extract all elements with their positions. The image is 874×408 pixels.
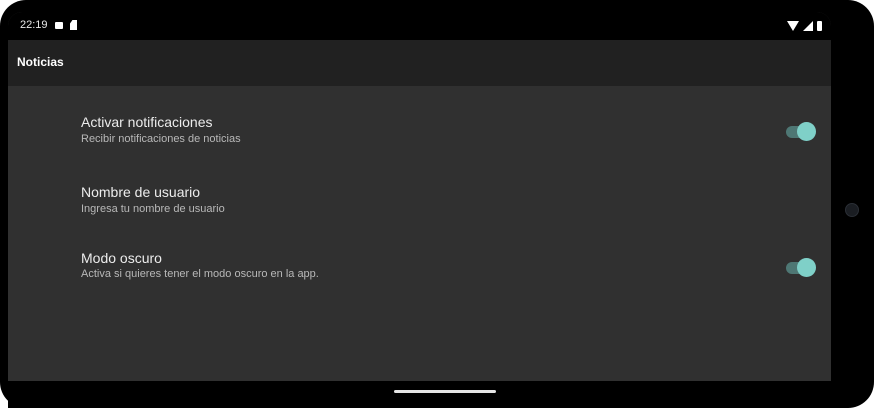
page-title: Noticias — [17, 55, 64, 69]
pref-item-dark-mode[interactable]: Modo oscuro Activa si quieres tener el m… — [8, 236, 831, 298]
app-bar: Noticias — [8, 40, 831, 86]
wifi-icon — [787, 21, 799, 31]
pref-title: Modo oscuro — [81, 250, 162, 266]
pref-summary: Ingresa tu nombre de usuario — [81, 203, 225, 215]
status-time: 22:19 — [20, 19, 48, 31]
pref-item-username[interactable]: Nombre de usuario Ingresa tu nombre de u… — [8, 168, 831, 230]
pref-item-notifications[interactable]: Activar notificaciones Recibir notificac… — [8, 98, 831, 160]
device-frame: 22:19 Noticias Activar notificaciones Re… — [0, 0, 874, 408]
app-screen: 22:19 Noticias Activar notificaciones Re… — [8, 12, 831, 408]
status-icons — [787, 20, 822, 32]
switch-thumb — [797, 258, 816, 277]
pref-title: Activar notificaciones — [81, 114, 213, 130]
pref-summary: Recibir notificaciones de noticias — [81, 133, 241, 145]
navigation-bar — [8, 381, 831, 408]
sd-card-icon — [70, 20, 77, 30]
home-gesture-handle[interactable] — [394, 390, 496, 393]
status-bar: 22:19 — [8, 12, 831, 40]
dark-mode-switch[interactable] — [786, 257, 816, 277]
pref-summary: Activa si quieres tener el modo oscuro e… — [81, 268, 319, 280]
front-camera — [845, 203, 859, 217]
notifications-switch[interactable] — [786, 121, 816, 141]
battery-icon — [817, 21, 822, 31]
signal-icon — [803, 21, 813, 31]
pref-title: Nombre de usuario — [81, 184, 201, 200]
switch-thumb — [797, 122, 816, 141]
photo-icon — [55, 22, 63, 29]
